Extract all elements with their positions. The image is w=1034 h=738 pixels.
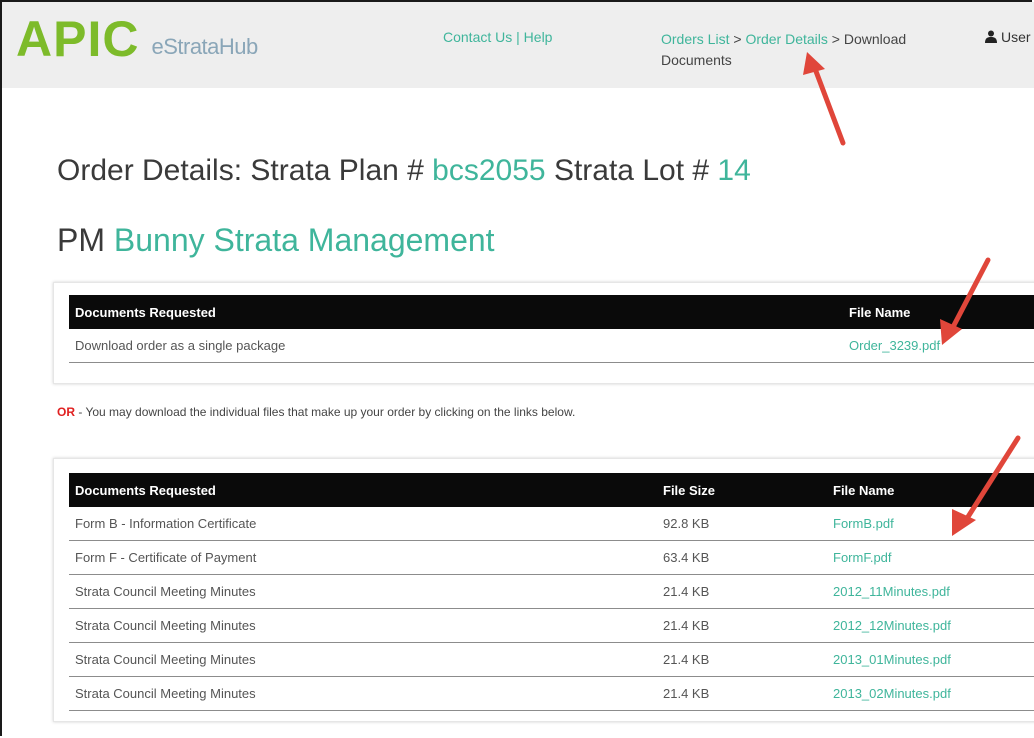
file-link[interactable]: 2012_12Minutes.pdf xyxy=(833,618,951,633)
table-row: Form F - Certificate of Payment 63.4 KB … xyxy=(69,540,1034,575)
or-notice-text: - You may download the individual files … xyxy=(75,405,576,419)
strata-lot-prefix: Strata Lot # xyxy=(545,154,718,187)
logo-subtitle: eStrataHub xyxy=(151,34,258,59)
user-icon xyxy=(985,30,997,43)
property-manager-heading: PM Bunny Strata Management xyxy=(57,222,495,259)
help-link[interactable]: Help xyxy=(524,29,553,45)
breadcrumb-orders-list[interactable]: Orders List xyxy=(661,31,729,47)
size-cell: 21.4 KB xyxy=(657,574,827,609)
file-cell: 2013_01Minutes.pdf xyxy=(827,642,1034,677)
document-cell: Strata Council Meeting Minutes xyxy=(69,574,657,609)
size-cell: 21.4 KB xyxy=(657,642,827,677)
package-table: Documents Requested File Name Download o… xyxy=(69,295,1034,363)
package-file-link[interactable]: Order_3239.pdf xyxy=(849,338,940,353)
file-link[interactable]: 2013_01Minutes.pdf xyxy=(833,652,951,667)
annotation-arrow-package-file xyxy=(940,257,991,345)
table-row: Form B - Information Certificate 92.8 KB… xyxy=(69,507,1034,541)
table-row: Strata Council Meeting Minutes 21.4 KB 2… xyxy=(69,608,1034,643)
table-header-row: Documents Requested File Name xyxy=(69,295,1034,329)
file-cell: FormF.pdf xyxy=(827,540,1034,575)
files-table: Documents Requested File Size File Name … xyxy=(69,473,1034,711)
size-cell: 92.8 KB xyxy=(657,507,827,541)
or-notice: OR - You may download the individual fil… xyxy=(57,405,575,419)
table-header-row: Documents Requested File Size File Name xyxy=(69,473,1034,507)
package-download-panel: Documents Requested File Name Download o… xyxy=(53,282,1034,384)
contact-us-link[interactable]: Contact Us xyxy=(443,29,512,45)
file-cell: 2013_02Minutes.pdf xyxy=(827,676,1034,711)
link-separator: | xyxy=(512,29,524,45)
column-header-file-size: File Size xyxy=(657,473,827,507)
document-cell: Form B - Information Certificate xyxy=(69,507,657,541)
file-link[interactable]: FormB.pdf xyxy=(833,516,894,531)
user-label: User xyxy=(1001,29,1031,45)
table-row: Download order as a single package Order… xyxy=(69,329,1034,363)
size-cell: 21.4 KB xyxy=(657,676,827,711)
breadcrumb-separator: > xyxy=(827,31,844,47)
file-cell: 2012_11Minutes.pdf xyxy=(827,574,1034,609)
or-word: OR xyxy=(57,405,75,419)
document-cell: Download order as a single package xyxy=(69,329,843,363)
document-cell: Strata Council Meeting Minutes xyxy=(69,676,657,711)
document-cell: Strata Council Meeting Minutes xyxy=(69,642,657,677)
file-link[interactable]: 2013_02Minutes.pdf xyxy=(833,686,951,701)
column-header-documents: Documents Requested xyxy=(69,473,657,507)
file-link[interactable]: FormF.pdf xyxy=(833,550,892,565)
table-row: Strata Council Meeting Minutes 21.4 KB 2… xyxy=(69,642,1034,677)
individual-files-panel: Documents Requested File Size File Name … xyxy=(53,458,1034,722)
strata-lot-number: 14 xyxy=(717,154,751,187)
column-header-documents: Documents Requested xyxy=(69,295,843,329)
size-cell: 63.4 KB xyxy=(657,540,827,575)
strata-plan-number: bcs2055 xyxy=(432,154,546,187)
pm-prefix: PM xyxy=(57,222,114,258)
user-menu[interactable]: User xyxy=(985,29,1031,45)
annotation-arrow-individual-files xyxy=(952,435,1021,536)
top-links: Contact Us | Help xyxy=(443,29,552,45)
size-cell: 21.4 KB xyxy=(657,608,827,643)
annotation-arrow-breadcrumb xyxy=(803,52,846,146)
file-cell: 2012_12Minutes.pdf xyxy=(827,608,1034,643)
site-header: APIC eStrataHub Contact Us | Help Orders… xyxy=(2,2,1034,88)
pm-name: Bunny Strata Management xyxy=(113,222,495,258)
file-link[interactable]: 2012_11Minutes.pdf xyxy=(833,584,950,599)
table-row: Strata Council Meeting Minutes 21.4 KB 2… xyxy=(69,574,1034,609)
page-title: Order Details: Strata Plan # bcs2055 Str… xyxy=(57,154,751,188)
apic-logo[interactable]: APIC eStrataHub xyxy=(16,14,258,64)
breadcrumb-order-details[interactable]: Order Details xyxy=(745,31,827,47)
breadcrumb-separator: > xyxy=(729,31,746,47)
document-cell: Strata Council Meeting Minutes xyxy=(69,608,657,643)
table-row: Strata Council Meeting Minutes 21.4 KB 2… xyxy=(69,676,1034,711)
logo-wordmark: APIC xyxy=(16,11,140,67)
order-title-prefix: Order Details: Strata Plan # xyxy=(57,154,433,187)
document-cell: Form F - Certificate of Payment xyxy=(69,540,657,575)
